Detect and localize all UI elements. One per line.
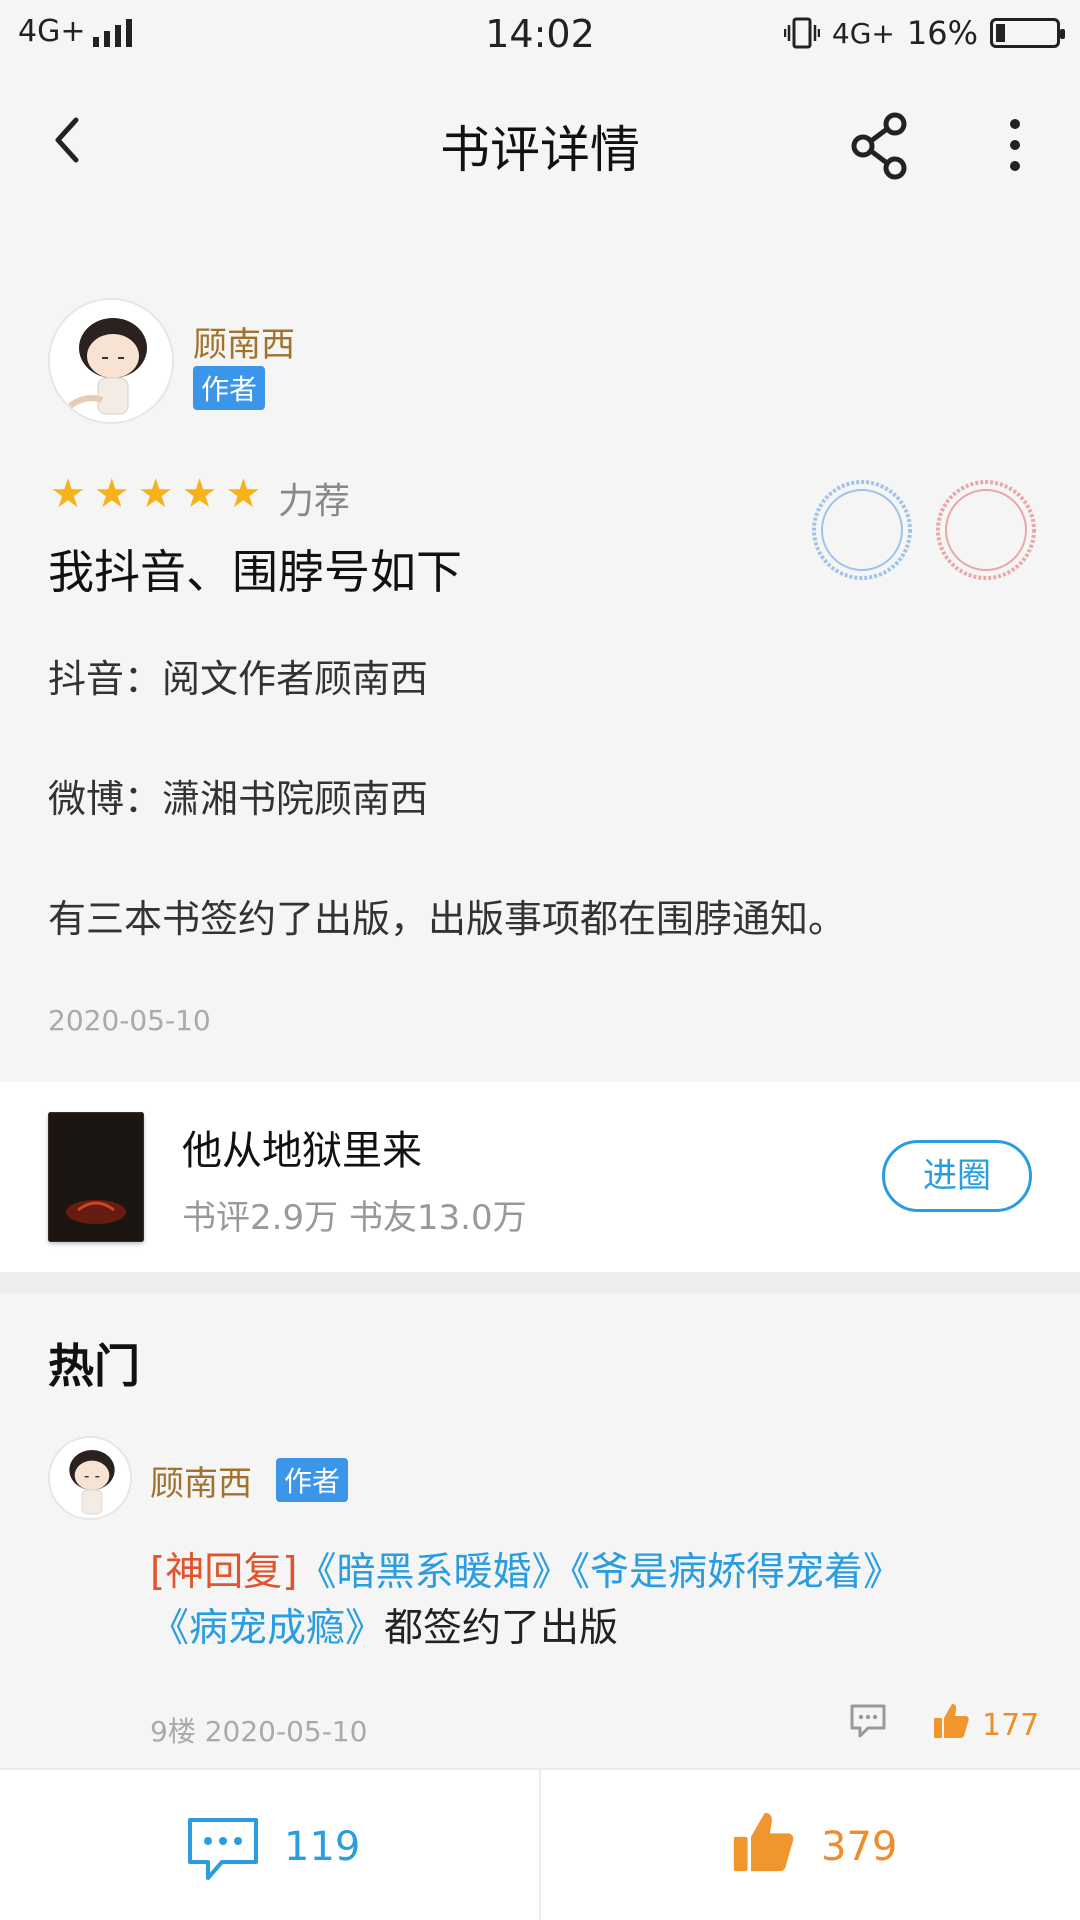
comment-like-count: 177	[982, 1708, 1040, 1743]
comment-author-avatar[interactable]	[48, 1436, 132, 1520]
comment-count: 119	[284, 1824, 361, 1870]
like-button[interactable]: 379	[541, 1770, 1080, 1920]
book-stats: 书评2.9万 书友13.0万	[182, 1198, 527, 1238]
author-name[interactable]: 顾南西	[193, 317, 295, 366]
battery-label: 16%	[906, 14, 978, 52]
book-cover-art	[48, 1112, 144, 1242]
like-icon	[733, 1812, 794, 1872]
bottom-action-bar: 119 379	[0, 1768, 1080, 1920]
comment-author-name[interactable]: 顾南西	[150, 1456, 252, 1505]
section-divider	[0, 1272, 1080, 1294]
comment-book-link-2[interactable]: 《爷是病娇得宠着》	[570, 1550, 902, 1595]
battery-icon	[990, 18, 1065, 48]
author-avatar[interactable]	[48, 298, 174, 424]
star-icon: ★	[181, 471, 218, 517]
reply-icon[interactable]	[848, 1702, 888, 1740]
review-date: 2020-05-10	[48, 1004, 211, 1037]
comment-icon	[188, 1818, 258, 1880]
star-icon: ★	[225, 471, 262, 517]
join-circle-button[interactable]: 进圈	[882, 1140, 1032, 1212]
review-title: 我抖音、围脖号如下	[48, 545, 462, 599]
page-title: 书评详情	[440, 121, 640, 179]
hot-section-title: 热门	[48, 1339, 140, 1393]
comment-meta: 9楼 2020-05-10	[150, 1715, 368, 1748]
status-bar: 4G+ 14:02 4G+ 16%	[0, 0, 1080, 70]
book-cover[interactable]	[48, 1112, 144, 1242]
review-line-1: 抖音：阅文作者顾南西	[48, 657, 429, 701]
rating-stars: ★ ★ ★ ★ ★	[50, 474, 261, 514]
featured-review-stamp	[936, 480, 1036, 580]
star-icon: ★	[137, 471, 174, 517]
comment-author-badge: 作者	[276, 1458, 349, 1502]
comment-book-link-3[interactable]: 《病宠成瘾》	[150, 1606, 384, 1651]
status-right: 4G+ 16%	[783, 14, 1065, 52]
title-bar: 书评详情	[0, 80, 1080, 200]
vibrate-icon	[783, 17, 820, 49]
review-line-2: 微博：潇湘书院顾南西	[48, 777, 429, 821]
comment-body: [神回复]《暗黑系暖婚》《爷是病娇得宠着》《病宠成瘾》都签约了出版	[150, 1545, 1000, 1657]
comment-button[interactable]: 119	[0, 1770, 539, 1920]
comment-text: 都签约了出版	[384, 1606, 619, 1651]
comment-avatar-illustration	[50, 1438, 130, 1518]
comment-like-icon[interactable]	[930, 1700, 972, 1742]
rating-label: 力荐	[278, 481, 351, 522]
review-line-3: 有三本书签约了出版，出版事项都在围脖通知。	[48, 897, 847, 941]
comment-tag: [神回复]	[150, 1550, 298, 1595]
review-stamps	[812, 480, 1036, 580]
like-count: 379	[821, 1824, 898, 1870]
star-icon: ★	[50, 471, 86, 517]
author-review-stamp	[812, 480, 912, 580]
more-icon[interactable]	[990, 110, 1040, 180]
share-icon[interactable]	[845, 110, 915, 180]
book-card[interactable]: 他从地狱里来 书评2.9万 书友13.0万 进圈	[0, 1082, 1080, 1272]
author-badge: 作者	[193, 366, 266, 410]
star-icon: ★	[93, 471, 130, 517]
network-right-label: 4G+	[831, 16, 895, 50]
avatar-illustration	[50, 300, 172, 422]
comment-book-link-1[interactable]: 《暗黑系暖婚》	[297, 1550, 570, 1595]
book-title[interactable]: 他从地狱里来	[182, 1118, 422, 1176]
